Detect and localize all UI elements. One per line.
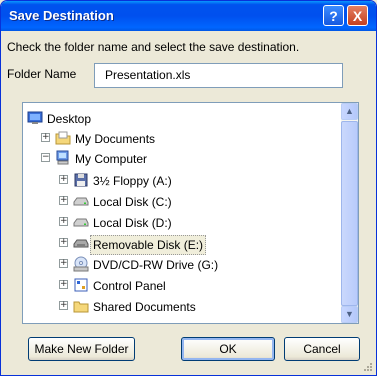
expand-icon[interactable]: + — [59, 217, 68, 226]
computer-icon — [56, 150, 69, 165]
tree-item-label: Shared Documents — [93, 300, 196, 314]
expand-icon[interactable]: + — [59, 301, 68, 310]
tree-item-label: Control Panel — [93, 279, 166, 293]
dialog-title: Save Destination — [9, 8, 114, 23]
folder-name-label: Folder Name — [7, 67, 77, 81]
expand-icon[interactable]: + — [59, 238, 68, 247]
desktop-icon — [27, 111, 43, 124]
tree-item-label: DVD/CD-RW Drive (G:) — [93, 258, 219, 272]
scroll-down-button[interactable]: ▼ — [341, 306, 358, 323]
hard-disk-icon — [73, 218, 89, 227]
tree-item-label: My Documents — [75, 132, 156, 146]
expand-icon[interactable]: + — [41, 133, 50, 142]
folder-icon — [73, 301, 89, 313]
instruction-text: Check the folder name and select the sav… — [7, 40, 300, 54]
expand-icon[interactable]: + — [59, 196, 68, 205]
help-button[interactable]: ? — [323, 5, 344, 26]
floppy-icon — [74, 173, 88, 187]
removable-disk-icon — [73, 239, 89, 248]
scroll-up-button[interactable]: ▲ — [341, 103, 358, 120]
folder-icon — [55, 131, 71, 145]
title-bar[interactable]: Save Destination ? X — [1, 1, 376, 31]
ok-button[interactable]: OK — [181, 337, 275, 361]
tree-item-label: Local Disk (D:) — [93, 216, 172, 230]
tree-item-label: Local Disk (C:) — [93, 195, 172, 209]
collapse-icon[interactable]: − — [41, 153, 50, 162]
expand-icon[interactable]: + — [59, 259, 68, 268]
scrollbar-thumb[interactable] — [341, 121, 358, 306]
vertical-scrollbar[interactable]: ▲ ▼ — [341, 103, 358, 323]
dvd-drive-icon — [73, 256, 89, 272]
control-panel-icon — [74, 278, 88, 292]
folder-tree[interactable]: Desktop + My Documents − My Computer + 3… — [22, 102, 359, 324]
make-new-folder-button[interactable]: Make New Folder — [28, 337, 135, 361]
folder-name-input[interactable]: Presentation.xls — [94, 63, 343, 88]
save-destination-dialog: Save Destination ? X Check the folder na… — [0, 0, 377, 376]
expand-icon[interactable]: + — [59, 280, 68, 289]
tree-item-label: Desktop — [47, 112, 92, 126]
expand-icon[interactable]: + — [59, 175, 68, 184]
tree-item-label: 3½ Floppy (A:) — [93, 174, 172, 188]
hard-disk-icon — [73, 197, 89, 206]
resize-grip-icon[interactable] — [363, 362, 373, 372]
tree-item-label-selected: Removable Disk (E:) — [90, 235, 207, 255]
tree-item-label: My Computer — [75, 152, 148, 166]
close-button[interactable]: X — [347, 5, 368, 26]
cancel-button[interactable]: Cancel — [284, 337, 360, 361]
